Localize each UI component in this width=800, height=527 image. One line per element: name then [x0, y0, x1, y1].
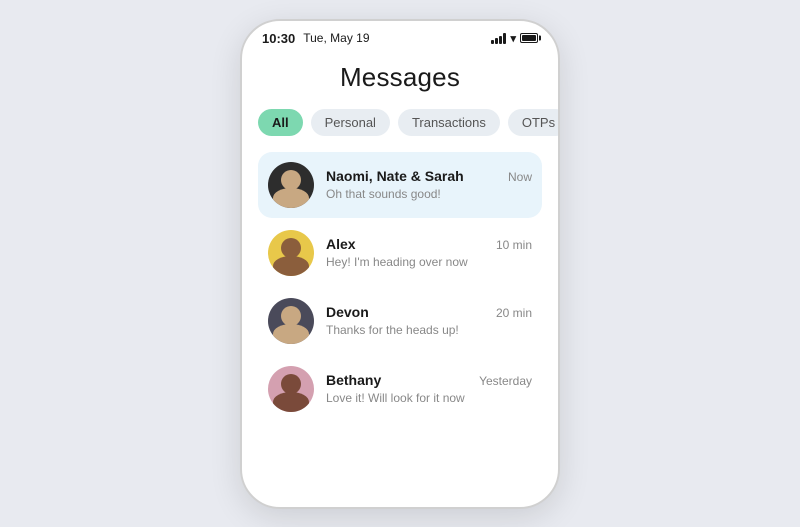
filter-tab-personal[interactable]: Personal: [311, 109, 390, 136]
conversation-list: Naomi, Nate & Sarah Now Oh that sounds g…: [258, 152, 542, 422]
avatar-devon: [268, 298, 314, 344]
conversation-item[interactable]: Devon 20 min Thanks for the heads up!: [258, 288, 542, 354]
conversation-header: Alex 10 min: [326, 236, 532, 252]
conversation-preview: Hey! I'm heading over now: [326, 255, 532, 269]
filter-tabs: All Personal Transactions OTPs: [258, 109, 542, 136]
status-date: Tue, May 19: [303, 31, 369, 45]
filter-tab-transactions[interactable]: Transactions: [398, 109, 500, 136]
page-title: Messages: [258, 62, 542, 93]
conversation-time: 20 min: [496, 306, 532, 320]
conversation-info: Alex 10 min Hey! I'm heading over now: [326, 236, 532, 269]
conversation-header: Naomi, Nate & Sarah Now: [326, 168, 532, 184]
status-bar: 10:30 Tue, May 19 ▾: [242, 21, 558, 52]
filter-tab-otps[interactable]: OTPs: [508, 109, 558, 136]
signal-icon: [491, 32, 506, 44]
conversation-info: Bethany Yesterday Love it! Will look for…: [326, 372, 532, 405]
conversation-preview: Oh that sounds good!: [326, 187, 532, 201]
conversation-info: Naomi, Nate & Sarah Now Oh that sounds g…: [326, 168, 532, 201]
avatar-bethany: [268, 366, 314, 412]
conversation-header: Bethany Yesterday: [326, 372, 532, 388]
avatar-alex: [268, 230, 314, 276]
phone-content: Messages All Personal Transactions OTPs …: [242, 52, 558, 422]
conversation-time: Yesterday: [479, 374, 532, 388]
conversation-time: Now: [508, 170, 532, 184]
battery-icon: [520, 33, 538, 43]
conversation-item[interactable]: Alex 10 min Hey! I'm heading over now: [258, 220, 542, 286]
conversation-info: Devon 20 min Thanks for the heads up!: [326, 304, 532, 337]
conversation-preview: Thanks for the heads up!: [326, 323, 532, 337]
phone-frame: 10:30 Tue, May 19 ▾ Messages All Persona…: [240, 19, 560, 509]
conversation-preview: Love it! Will look for it now: [326, 391, 532, 405]
conversation-time: 10 min: [496, 238, 532, 252]
conversation-name: Alex: [326, 236, 356, 252]
conversation-item[interactable]: Bethany Yesterday Love it! Will look for…: [258, 356, 542, 422]
conversation-header: Devon 20 min: [326, 304, 532, 320]
conversation-name: Bethany: [326, 372, 381, 388]
status-icons: ▾: [491, 32, 538, 45]
conversation-item[interactable]: Naomi, Nate & Sarah Now Oh that sounds g…: [258, 152, 542, 218]
conversation-name: Naomi, Nate & Sarah: [326, 168, 464, 184]
status-time: 10:30: [262, 31, 295, 46]
wifi-icon: ▾: [510, 32, 516, 45]
conversation-name: Devon: [326, 304, 369, 320]
avatar-naomi-nate-sarah: [268, 162, 314, 208]
filter-tab-all[interactable]: All: [258, 109, 303, 136]
